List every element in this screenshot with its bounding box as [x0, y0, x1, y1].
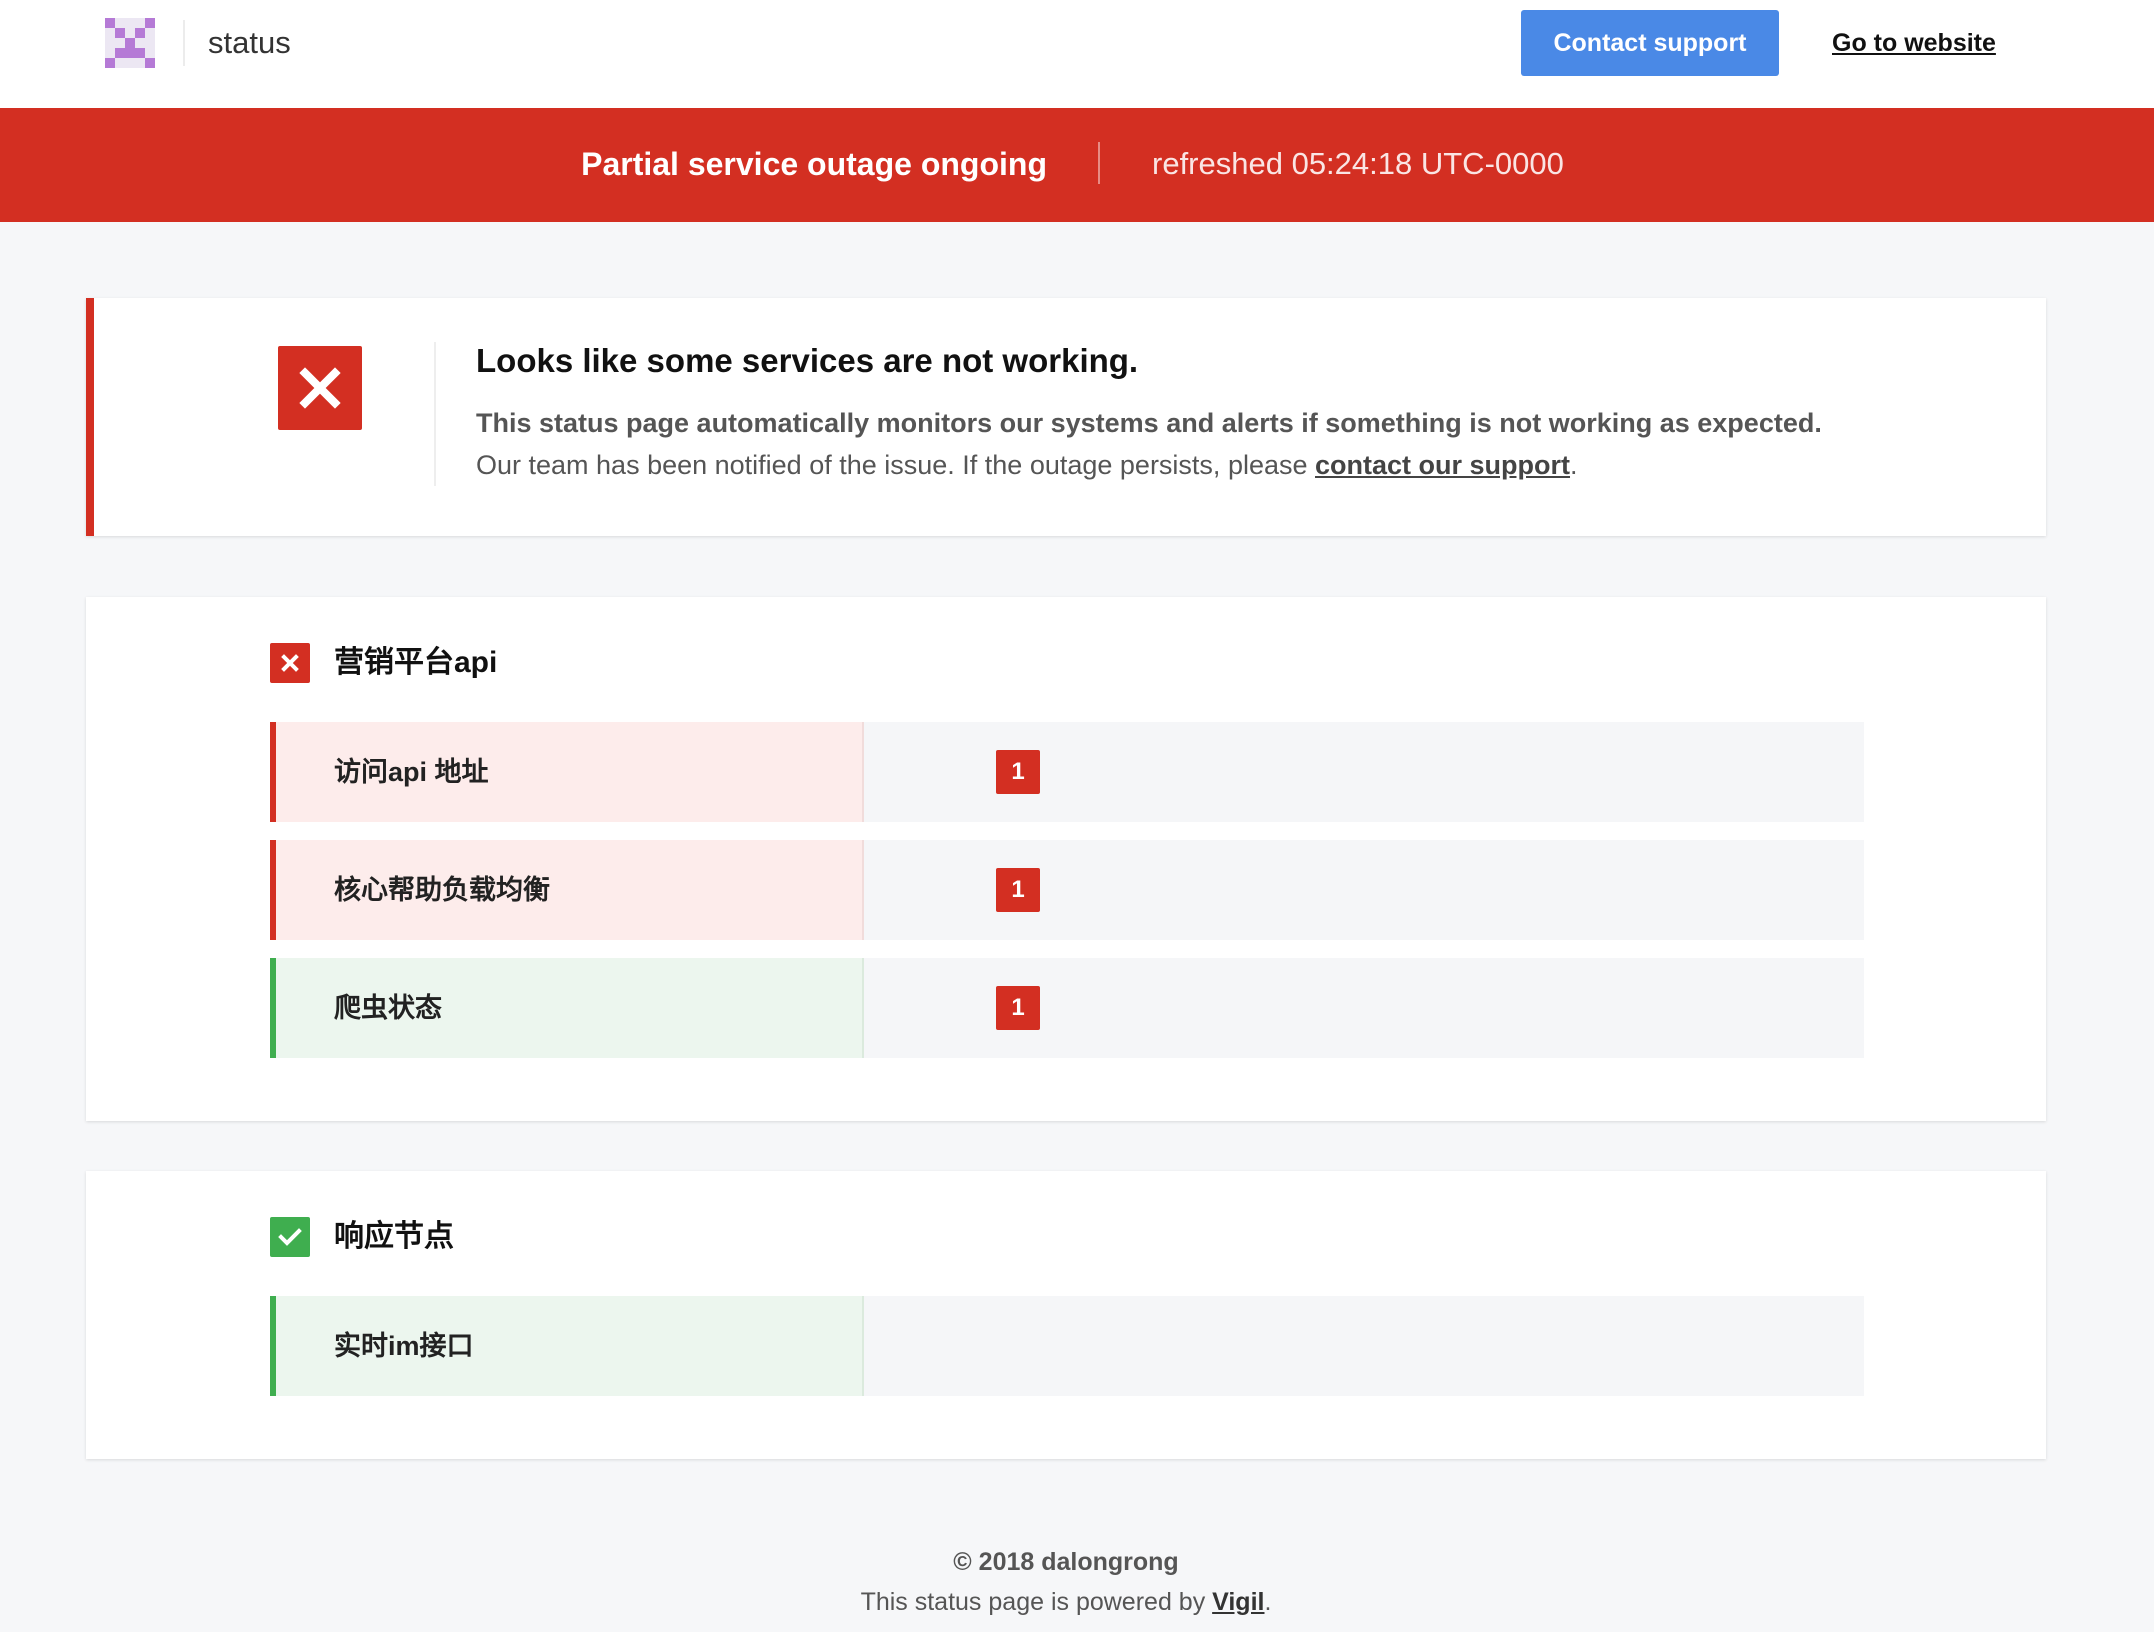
outage-alert-panel: Looks like some services are not working…: [86, 298, 2046, 536]
service-title: 营销平台api: [334, 646, 498, 679]
node-label-cell: 爬虫状态: [270, 958, 864, 1058]
close-icon: [278, 346, 362, 430]
go-to-website-link[interactable]: Go to website: [1832, 10, 1996, 76]
node-label-cell: 访问api 地址: [270, 722, 864, 822]
contact-our-support-link[interactable]: contact our support: [1315, 450, 1570, 480]
service-panel: 响应节点 实时im接口: [86, 1171, 2046, 1459]
contact-support-button[interactable]: Contact support: [1521, 10, 1779, 76]
node-label: 访问api 地址: [334, 757, 489, 787]
banner-title: Partial service outage ongoing: [581, 146, 1047, 182]
vigil-link[interactable]: Vigil: [1212, 1588, 1264, 1616]
service-panel: 营销平台api 访问api 地址 1 核心帮助负载均衡 1 爬虫状态 1: [86, 597, 2046, 1121]
check-icon: [270, 1217, 310, 1257]
banner-divider: [1098, 142, 1100, 184]
node-label-cell: 实时im接口: [270, 1296, 864, 1396]
alert-notice-suffix: .: [1570, 450, 1578, 480]
site-name: status: [208, 25, 291, 60]
alert-notice-text: Our team has been notified of the issue.…: [476, 450, 1316, 480]
alert-notice: Our team has been notified of the issue.…: [476, 450, 1578, 481]
replica-badge[interactable]: 1: [996, 868, 1040, 912]
service-title: 响应节点: [334, 1220, 454, 1253]
status-banner: Partial service outage ongoing refreshed…: [0, 108, 2154, 222]
powered-by-text: This status page is powered by: [860, 1588, 1213, 1616]
node-label-cell: 核心帮助负载均衡: [270, 840, 864, 940]
footer-powered-by: This status page is powered by Vigil.: [0, 1588, 2132, 1617]
replica-badge[interactable]: 1: [996, 750, 1040, 794]
footer-copyright: © 2018 dalongrong: [953, 1548, 1179, 1576]
powered-by-suffix: .: [1264, 1588, 1272, 1616]
service-node-row: 实时im接口: [270, 1296, 1864, 1396]
node-label: 爬虫状态: [334, 993, 442, 1023]
service-node-row: 访问api 地址 1: [270, 722, 1864, 822]
alert-description: This status page automatically monitors …: [476, 408, 1822, 438]
top-header: status Contact support Go to website: [0, 0, 2154, 108]
refresh-timestamp: refreshed 05:24:18 UTC-0000: [1152, 146, 1564, 181]
logo-icon[interactable]: [105, 18, 155, 68]
node-label: 核心帮助负载均衡: [334, 875, 550, 905]
node-label: 实时im接口: [334, 1331, 474, 1361]
alert-divider: [434, 342, 436, 486]
alert-heading: Looks like some services are not working…: [476, 342, 1139, 379]
service-node-row: 爬虫状态 1: [270, 958, 1864, 1058]
close-icon: [270, 643, 310, 683]
service-node-row: 核心帮助负载均衡 1: [270, 840, 1864, 940]
header-divider: [183, 20, 185, 66]
replica-badge[interactable]: 1: [996, 986, 1040, 1030]
